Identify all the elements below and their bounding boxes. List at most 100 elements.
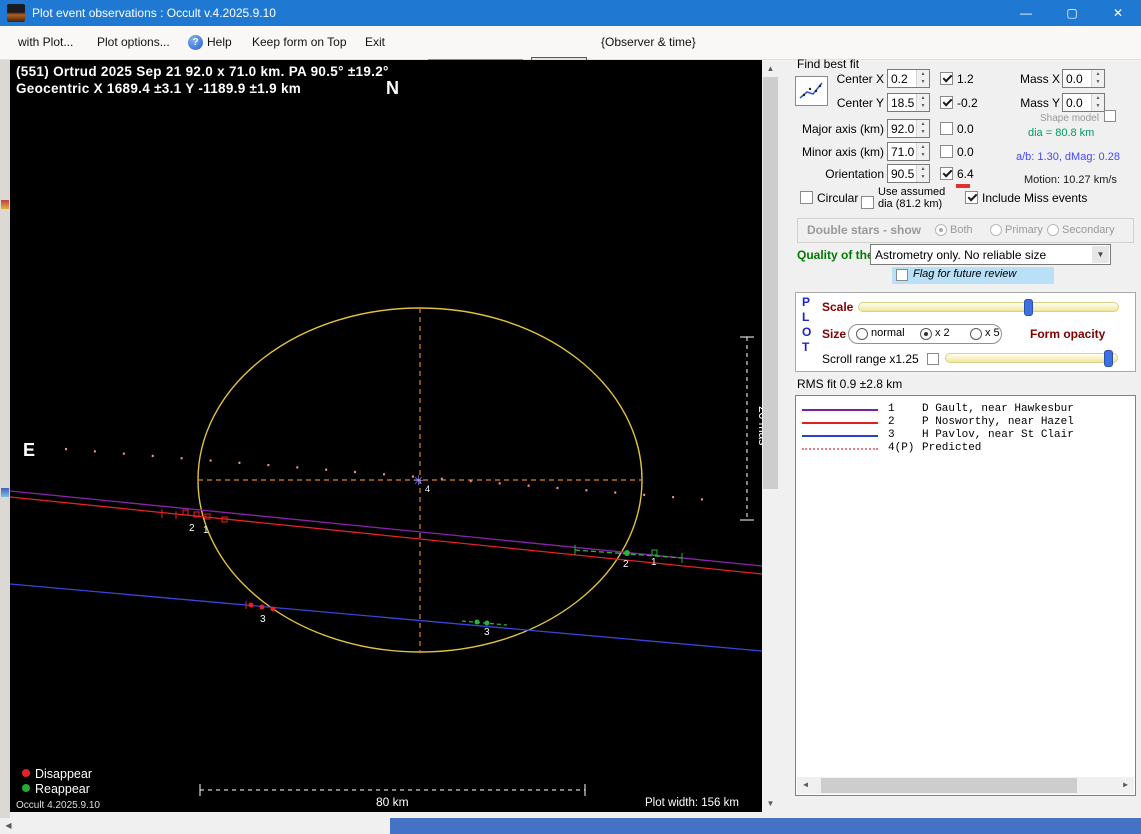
north-label: N xyxy=(386,78,399,98)
close-button[interactable]: ✕ xyxy=(1095,0,1141,26)
orientation-spinner[interactable]: 90.5 ▲ ▼ xyxy=(887,164,930,183)
spin-down-icon[interactable]: ▼ xyxy=(916,151,929,160)
menu-with-plot[interactable]: with Plot... xyxy=(18,35,73,49)
scroll-range-checkbox[interactable] xyxy=(927,353,939,365)
plot-canvas[interactable]: (551) Ortrud 2025 Sep 21 92.0 x 71.0 km.… xyxy=(9,60,770,812)
minimize-button[interactable]: — xyxy=(1003,0,1049,26)
double-stars-title: Double stars - show xyxy=(807,223,922,237)
size-label: Size xyxy=(822,327,847,341)
flag-review-label: Flag for future review xyxy=(913,268,1017,280)
chord-1-gault[interactable] xyxy=(9,490,763,567)
include-miss-checkbox[interactable] xyxy=(965,191,978,204)
center-x-spinner[interactable]: 0.2 ▲ ▼ xyxy=(887,69,930,88)
reappear-label: Reappear xyxy=(35,782,90,796)
spin-down-icon[interactable]: ▼ xyxy=(916,128,929,137)
scroll-left-icon[interactable]: ◀ xyxy=(797,777,814,794)
size-x2-radio[interactable] xyxy=(920,328,932,340)
quality-combobox[interactable]: Astrometry only. No reliable size ▼ xyxy=(870,244,1111,265)
circular-checkbox[interactable] xyxy=(800,191,813,204)
plot-vertical-scrollbar[interactable]: ▲ ▼ xyxy=(762,60,779,812)
rms-fit-label: RMS fit 0.9 ±2.8 km xyxy=(797,377,903,391)
scroll-right-icon[interactable]: ▶ xyxy=(1117,777,1134,794)
scroll-range-slider-thumb[interactable] xyxy=(1104,350,1113,367)
best-fit-button[interactable] xyxy=(795,76,828,106)
major-axis-adjust-checkbox[interactable] xyxy=(940,122,953,135)
assumed-label-1: Use assumed xyxy=(878,186,946,198)
minor-axis-adjust-checkbox[interactable] xyxy=(940,145,953,158)
scale-slider[interactable] xyxy=(858,299,1119,316)
plot-letter-p: P xyxy=(802,295,811,309)
major-axis-spinner[interactable]: 92.0 ▲ ▼ xyxy=(887,119,930,138)
motion-note: Motion: 10.27 km/s xyxy=(1024,174,1117,186)
marker-label-r3: 3 xyxy=(484,627,490,638)
size-normal-radio[interactable] xyxy=(856,328,868,340)
help-icon[interactable]: ? xyxy=(188,35,203,50)
size-x5-radio[interactable] xyxy=(970,328,982,340)
station-row-4[interactable]: 4(P) Predicted xyxy=(798,442,1133,455)
station-listbox[interactable]: 1 D Gault, near Hawkesbur 2 P Nosworthy,… xyxy=(795,395,1136,796)
minor-axis-spinner[interactable]: 71.0 ▲ ▼ xyxy=(887,142,930,161)
menu-help[interactable]: Help xyxy=(207,35,232,49)
center-x-adjust-checkbox[interactable] xyxy=(940,72,953,85)
spin-down-icon[interactable]: ▼ xyxy=(1091,102,1104,111)
size-x2-label: x 2 xyxy=(935,327,950,339)
chord-1-line-sample xyxy=(802,409,878,411)
listbox-scrollbar-thumb[interactable] xyxy=(821,778,1077,793)
station-row-1[interactable]: 1 D Gault, near Hawkesbur xyxy=(798,403,1133,416)
orientation-adjust-checkbox[interactable] xyxy=(940,167,953,180)
scroll-down-icon[interactable]: ▼ xyxy=(762,795,779,812)
window-horizontal-scrollbar[interactable]: ◀ xyxy=(0,818,1141,834)
plot-version-label: Occult 4.2025.9.10 xyxy=(16,800,100,811)
station-row-3[interactable]: 3 H Pavlov, near St Clair xyxy=(798,429,1133,442)
menu-exit[interactable]: Exit xyxy=(365,35,385,49)
reappear-dot-icon xyxy=(22,784,30,792)
spin-down-icon[interactable]: ▼ xyxy=(1091,78,1104,87)
mass-x-spinner[interactable]: 0.0 ▲ ▼ xyxy=(1062,69,1105,88)
menu-bar: with Plot... Plot options... ? Help Keep… xyxy=(0,26,1141,81)
shape-model-label: Shape model xyxy=(1040,113,1099,124)
horizontal-scrollbar-thumb[interactable] xyxy=(390,818,1141,834)
double-stars-group: Double stars - show Both Primary Seconda… xyxy=(797,218,1134,243)
double-both-radio[interactable] xyxy=(935,224,947,236)
disappear-markers-3 xyxy=(245,601,276,612)
menu-plot-options[interactable]: Plot options... xyxy=(97,35,170,49)
minor-axis-offset: 0.0 xyxy=(957,145,974,159)
scroll-up-icon[interactable]: ▲ xyxy=(762,60,779,77)
circular-label: Circular xyxy=(817,191,859,205)
center-y-spinner[interactable]: 18.5 ▲ ▼ xyxy=(887,93,930,112)
plot-width-label: Plot width: 156 km xyxy=(645,797,739,809)
scroll-left-icon[interactable]: ◀ xyxy=(0,818,17,834)
use-assumed-dia-checkbox[interactable] xyxy=(861,196,874,209)
maximize-button[interactable]: ▢ xyxy=(1049,0,1095,26)
spin-down-icon[interactable]: ▼ xyxy=(916,78,929,87)
vertical-scrollbar-thumb[interactable] xyxy=(763,77,778,489)
mass-y-spinner[interactable]: 0.0 ▲ ▼ xyxy=(1062,93,1105,112)
menu-keep-on-top[interactable]: Keep form on Top xyxy=(252,35,347,49)
scale-label: Scale xyxy=(822,300,854,314)
shape-model-checkbox[interactable] xyxy=(1104,110,1116,122)
plot-area[interactable]: (551) Ortrud 2025 Sep 21 92.0 x 71.0 km.… xyxy=(9,60,770,812)
background-window-edge xyxy=(0,60,10,818)
flag-review-checkbox[interactable] xyxy=(896,269,908,281)
scale-slider-thumb[interactable] xyxy=(1024,299,1033,316)
spin-down-icon[interactable]: ▼ xyxy=(916,102,929,111)
mas-scale-bracket xyxy=(740,336,754,521)
observer-time-label[interactable]: {Observer & time} xyxy=(601,35,696,49)
form-opacity-label: Form opacity xyxy=(1030,327,1106,341)
scroll-range-label: Scroll range x1.25 xyxy=(822,352,919,366)
chord-3-pavlov[interactable] xyxy=(9,583,763,652)
plot-letter-t: T xyxy=(802,340,810,354)
station-row-2[interactable]: 2 P Nosworthy, near Hazel xyxy=(798,416,1133,429)
spin-down-icon[interactable]: ▼ xyxy=(916,173,929,182)
double-primary-radio[interactable] xyxy=(990,224,1002,236)
listbox-horizontal-scrollbar[interactable]: ◀ ▶ xyxy=(797,777,1134,794)
scroll-range-slider[interactable] xyxy=(945,350,1118,367)
predicted-line-sample xyxy=(802,448,878,450)
double-secondary-radio[interactable] xyxy=(1047,224,1059,236)
chord-2-nosworthy[interactable] xyxy=(9,496,763,575)
fit-chart-icon xyxy=(799,80,824,102)
center-y-adjust-checkbox[interactable] xyxy=(940,96,953,109)
center-marker-label: 4 xyxy=(425,484,430,494)
dropdown-arrow-icon[interactable]: ▼ xyxy=(1092,246,1109,263)
window-title: Plot event observations : Occult v.4.202… xyxy=(32,6,276,20)
